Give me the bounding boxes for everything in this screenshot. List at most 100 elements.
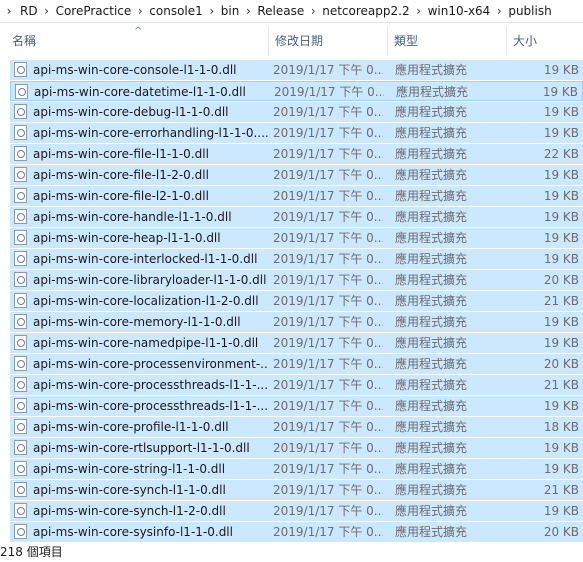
- file-size: 19 KB: [543, 231, 579, 245]
- file-type: 應用程式擴充: [395, 126, 468, 140]
- file-type: 應用程式擴充: [395, 336, 468, 350]
- column-header-size[interactable]: 大小: [506, 26, 583, 56]
- dll-file-icon: [14, 125, 27, 140]
- file-name: api-ms-win-core-memory-l1-1-0.dll: [33, 315, 241, 329]
- file-size: 19 KB: [543, 105, 579, 119]
- file-row[interactable]: api-ms-win-core-memory-l1-1-0.dll 2019/1/…: [10, 312, 583, 332]
- file-name: api-ms-win-core-console-l1-1-0.dll: [33, 63, 237, 77]
- file-row[interactable]: api-ms-win-core-synch-l1-1-0.dll 2019/1/1…: [10, 480, 583, 500]
- file-size: 19 KB: [543, 504, 579, 518]
- file-row[interactable]: api-ms-win-core-file-l2-1-0.dll 2019/1/17…: [10, 186, 583, 206]
- file-size: 22 KB: [543, 147, 579, 161]
- dll-file-icon: [14, 230, 27, 245]
- file-row[interactable]: api-ms-win-core-processthreads-l1-1-... 2…: [10, 396, 583, 416]
- breadcrumb-item[interactable]: publish: [506, 4, 553, 18]
- file-row[interactable]: api-ms-win-core-string-l1-1-0.dll 2019/1/…: [10, 459, 583, 479]
- file-type: 應用程式擴充: [395, 105, 468, 119]
- file-date: 2019/1/17 下午 0...: [273, 147, 383, 161]
- file-size: 19 KB: [543, 315, 579, 329]
- file-name: api-ms-win-core-synch-l1-1-0.dll: [33, 483, 226, 497]
- file-name: api-ms-win-core-processthreads-l1-1-...: [33, 378, 269, 392]
- file-size: 19 KB: [543, 441, 579, 455]
- file-row[interactable]: api-ms-win-core-profile-l1-1-0.dll 2019/1…: [10, 417, 583, 437]
- file-row[interactable]: api-ms-win-core-namedpipe-l1-1-0.dll 2019…: [10, 333, 583, 353]
- file-date: 2019/1/17 下午 0...: [273, 63, 383, 77]
- file-row[interactable]: api-ms-win-core-file-l1-1-0.dll 2019/1/17…: [10, 144, 583, 164]
- column-header-date[interactable]: 修改日期: [268, 26, 386, 56]
- file-size: 20 KB: [543, 525, 579, 539]
- chevron-right-icon[interactable]: ›: [241, 4, 255, 18]
- file-row[interactable]: api-ms-win-core-debug-l1-1-0.dll 2019/1/1…: [10, 102, 583, 122]
- file-name: api-ms-win-core-file-l1-1-0.dll: [33, 147, 209, 161]
- column-header-size-label: 大小: [513, 34, 538, 48]
- breadcrumb-item[interactable]: bin: [219, 4, 242, 18]
- chevron-right-icon[interactable]: ›: [306, 4, 320, 18]
- file-date: 2019/1/17 下午 0...: [273, 525, 383, 539]
- file-row[interactable]: api-ms-win-core-localization-l1-2-0.dll 2…: [10, 291, 583, 311]
- file-size: 18 KB: [543, 420, 579, 434]
- breadcrumb-item[interactable]: console1: [147, 4, 205, 18]
- file-type: 應用程式擴充: [395, 273, 468, 287]
- file-row[interactable]: api-ms-win-core-sysinfo-l1-1-0.dll 2019/1…: [10, 522, 583, 542]
- breadcrumb-item[interactable]: netcoreapp2.2: [320, 4, 411, 18]
- file-type: 應用程式擴充: [396, 85, 469, 99]
- chevron-right-icon[interactable]: ›: [412, 4, 426, 18]
- file-name: api-ms-win-core-debug-l1-1-0.dll: [33, 105, 229, 119]
- file-name: api-ms-win-core-string-l1-1-0.dll: [33, 462, 226, 476]
- file-row[interactable]: api-ms-win-core-synch-l1-2-0.dll 2019/1/1…: [10, 501, 583, 521]
- column-header-type[interactable]: 類型: [387, 26, 505, 56]
- file-type: 應用程式擴充: [395, 210, 468, 224]
- column-header-name[interactable]: 名稱 ^: [6, 26, 268, 56]
- file-row[interactable]: api-ms-win-core-heap-l1-1-0.dll 2019/1/17…: [10, 228, 583, 248]
- file-date: 2019/1/17 下午 0...: [273, 294, 383, 308]
- file-row[interactable]: api-ms-win-core-datetime-l1-1-0.dll 2019/…: [10, 81, 583, 101]
- file-type: 應用程式擴充: [395, 525, 468, 539]
- file-size: 19 KB: [543, 189, 579, 203]
- file-name: api-ms-win-core-errorhandling-l1-1-0....: [33, 126, 269, 140]
- file-name: api-ms-win-core-file-l2-1-0.dll: [33, 189, 209, 203]
- chevron-right-icon[interactable]: ›: [133, 4, 147, 18]
- dll-file-icon: [14, 398, 27, 413]
- chevron-right-icon[interactable]: ›: [205, 4, 219, 18]
- file-date: 2019/1/17 下午 0...: [273, 273, 383, 287]
- chevron-right-icon[interactable]: ›: [40, 4, 54, 18]
- file-date: 2019/1/17 下午 0...: [273, 231, 383, 245]
- column-headers: 名稱 ^ 修改日期 類型 大小: [0, 26, 583, 56]
- file-date: 2019/1/17 下午 0...: [273, 252, 383, 266]
- file-type: 應用程式擴充: [395, 231, 468, 245]
- file-row[interactable]: api-ms-win-core-rtlsupport-l1-1-0.dll 201…: [10, 438, 583, 458]
- file-row[interactable]: api-ms-win-core-processthreads-l1-1-... 2…: [10, 375, 583, 395]
- file-date: 2019/1/17 下午 0...: [273, 462, 383, 476]
- file-row[interactable]: api-ms-win-core-console-l1-1-0.dll 2019/1…: [10, 60, 583, 80]
- file-date: 2019/1/17 下午 0...: [273, 336, 383, 350]
- dll-file-icon: [14, 461, 27, 476]
- file-size: 19 KB: [543, 462, 579, 476]
- file-row[interactable]: api-ms-win-core-processenvironment-... 20…: [10, 354, 583, 374]
- file-row[interactable]: api-ms-win-core-interlocked-l1-1-0.dll 20…: [10, 249, 583, 269]
- breadcrumb-item[interactable]: Release: [255, 4, 306, 18]
- file-type: 應用程式擴充: [395, 441, 468, 455]
- dll-file-icon: [14, 524, 27, 539]
- chevron-right-icon[interactable]: ›: [0, 4, 18, 18]
- breadcrumb-item[interactable]: RD: [18, 4, 40, 18]
- file-type: 應用程式擴充: [395, 315, 468, 329]
- file-date: 2019/1/17 下午 0...: [273, 357, 383, 371]
- file-size: 19 KB: [543, 63, 579, 77]
- breadcrumb[interactable]: › RD › CorePractice › console1 › bin › Release › ne…: [0, 0, 583, 23]
- breadcrumb-item[interactable]: win10-x64: [426, 4, 493, 18]
- breadcrumb-item[interactable]: CorePractice: [54, 4, 134, 18]
- file-row[interactable]: api-ms-win-core-handle-l1-1-0.dll 2019/1/…: [10, 207, 583, 227]
- file-row[interactable]: api-ms-win-core-errorhandling-l1-1-0....…: [10, 123, 583, 143]
- dll-file-icon: [14, 356, 27, 371]
- file-name: api-ms-win-core-libraryloader-l1-1-0.dll: [33, 273, 267, 287]
- file-row[interactable]: api-ms-win-core-libraryloader-l1-1-0.dll…: [10, 270, 583, 290]
- file-type: 應用程式擴充: [395, 483, 468, 497]
- dll-file-icon: [14, 377, 27, 392]
- file-name: api-ms-win-core-namedpipe-l1-1-0.dll: [33, 336, 259, 350]
- dll-file-icon: [14, 251, 27, 266]
- file-size: 19 KB: [543, 168, 579, 182]
- chevron-right-icon[interactable]: ›: [492, 4, 506, 18]
- column-header-date-label: 修改日期: [275, 34, 324, 48]
- file-date: 2019/1/17 下午 0...: [273, 378, 383, 392]
- file-row[interactable]: api-ms-win-core-file-l1-2-0.dll 2019/1/17…: [10, 165, 583, 185]
